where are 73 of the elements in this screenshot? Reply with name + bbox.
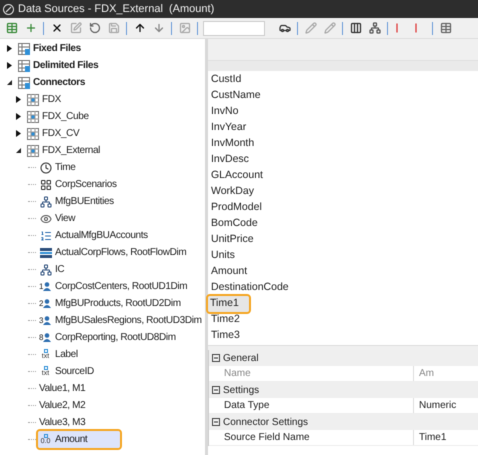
tree-item[interactable]: Time xyxy=(38,159,80,176)
expanded-triangle-icon[interactable] xyxy=(14,146,22,154)
table-icon xyxy=(17,42,30,55)
list-item[interactable]: InvNo xyxy=(208,104,478,120)
flow-icon xyxy=(39,246,52,259)
grid-icon xyxy=(26,144,39,157)
blocks-icon xyxy=(39,178,52,191)
collapsed-triangle-icon[interactable] xyxy=(14,96,22,104)
eye-icon xyxy=(39,212,52,225)
tree-item[interactable]: 2 MfgBUProducts, RootUD2Dim xyxy=(38,295,185,312)
tree-item[interactable]: Fixed Files xyxy=(16,40,85,57)
collapsed-triangle-icon[interactable] xyxy=(5,44,13,52)
list-item[interactable]: WorkDay xyxy=(208,184,478,200)
list-item[interactable]: BomCode xyxy=(208,216,478,232)
tree-item[interactable]: MfgBUEntities xyxy=(38,193,118,210)
tree-item[interactable]: Value1, M1 xyxy=(38,380,90,397)
collapsed-triangle-icon[interactable] xyxy=(14,112,22,120)
grid-icon xyxy=(26,93,39,106)
list-item[interactable]: UnitPrice xyxy=(208,232,478,248)
tree-item[interactable]: FDX_External xyxy=(25,142,104,159)
account-list-icon xyxy=(39,229,52,242)
list-item[interactable]: Time2 xyxy=(208,312,478,328)
hierarchy-icon xyxy=(39,195,52,208)
hierarchy-icon xyxy=(39,263,52,276)
category-label: Settings xyxy=(223,384,260,398)
tree-item[interactable]: Connectors xyxy=(16,74,90,91)
property-value[interactable]: Time1 xyxy=(414,430,446,445)
tree-item[interactable]: 3 MfgBUSalesRegions, RootUD3Dim xyxy=(38,312,205,329)
collapsed-triangle-icon[interactable] xyxy=(14,130,22,138)
list-item[interactable]: Time1 xyxy=(208,296,249,312)
property-name: Data Type xyxy=(209,398,414,413)
list-item[interactable]: InvYear xyxy=(208,120,478,136)
table-icon xyxy=(17,59,30,72)
list-item[interactable]: CustName xyxy=(208,88,478,104)
grid-icon xyxy=(26,110,39,123)
tree-item[interactable]: Value2, M2 xyxy=(38,397,90,414)
list-item[interactable]: Time3 xyxy=(208,328,478,344)
tree-item[interactable]: Delimited Files xyxy=(16,57,102,74)
clock-icon xyxy=(39,161,52,174)
tree-item[interactable]: ActualCorpFlows, RootFlowDim xyxy=(38,244,190,261)
list-item[interactable]: Units xyxy=(208,248,478,264)
property-value[interactable]: Numeric xyxy=(414,398,456,413)
search-field[interactable] xyxy=(203,20,265,36)
category-label: Connector Settings xyxy=(223,416,308,430)
app-logo-icon xyxy=(3,4,14,14)
collapse-icon[interactable] xyxy=(212,418,220,426)
tree-item[interactable]: CorpScenarios xyxy=(38,176,121,193)
grid-icon xyxy=(26,127,39,140)
tree-item[interactable]: Value3, M3 xyxy=(38,414,90,431)
tree-item[interactable]: FDX_Cube xyxy=(25,108,93,125)
list-item[interactable]: InvMonth xyxy=(208,136,478,152)
property-name: Name xyxy=(209,366,414,381)
list-item[interactable]: CustId xyxy=(208,72,478,88)
tree-item[interactable]: View xyxy=(38,210,80,227)
list-item[interactable]: InvDesc xyxy=(208,152,478,168)
list-item[interactable]: DestinationCode xyxy=(208,280,478,296)
tree-item[interactable]: IC xyxy=(38,261,68,278)
collapse-icon[interactable] xyxy=(212,386,220,394)
category-label: General xyxy=(223,352,259,366)
collapse-icon[interactable] xyxy=(212,354,220,362)
tree-item[interactable]: FDX xyxy=(25,91,65,108)
collapsed-triangle-icon[interactable] xyxy=(5,62,13,70)
list-item[interactable]: GLAccount xyxy=(208,168,478,184)
tree-item[interactable]: FDX_CV xyxy=(25,125,84,142)
tree-item[interactable]: ActualMfgBUAccounts xyxy=(38,227,152,244)
property-name: Source Field Name xyxy=(209,430,414,445)
tree-item[interactable]: 8 CorpReporting, RootUD8Dim xyxy=(38,329,180,346)
tree-item[interactable]: 1 CorpCostCenters, RootUD1Dim xyxy=(38,278,192,295)
window-title: Data Sources - FDX_External (Amount) xyxy=(18,2,214,17)
table-icon xyxy=(17,76,30,89)
expanded-triangle-icon[interactable] xyxy=(5,78,13,86)
list-item[interactable]: Amount xyxy=(208,264,478,280)
list-item[interactable]: ProdModel xyxy=(208,200,478,216)
